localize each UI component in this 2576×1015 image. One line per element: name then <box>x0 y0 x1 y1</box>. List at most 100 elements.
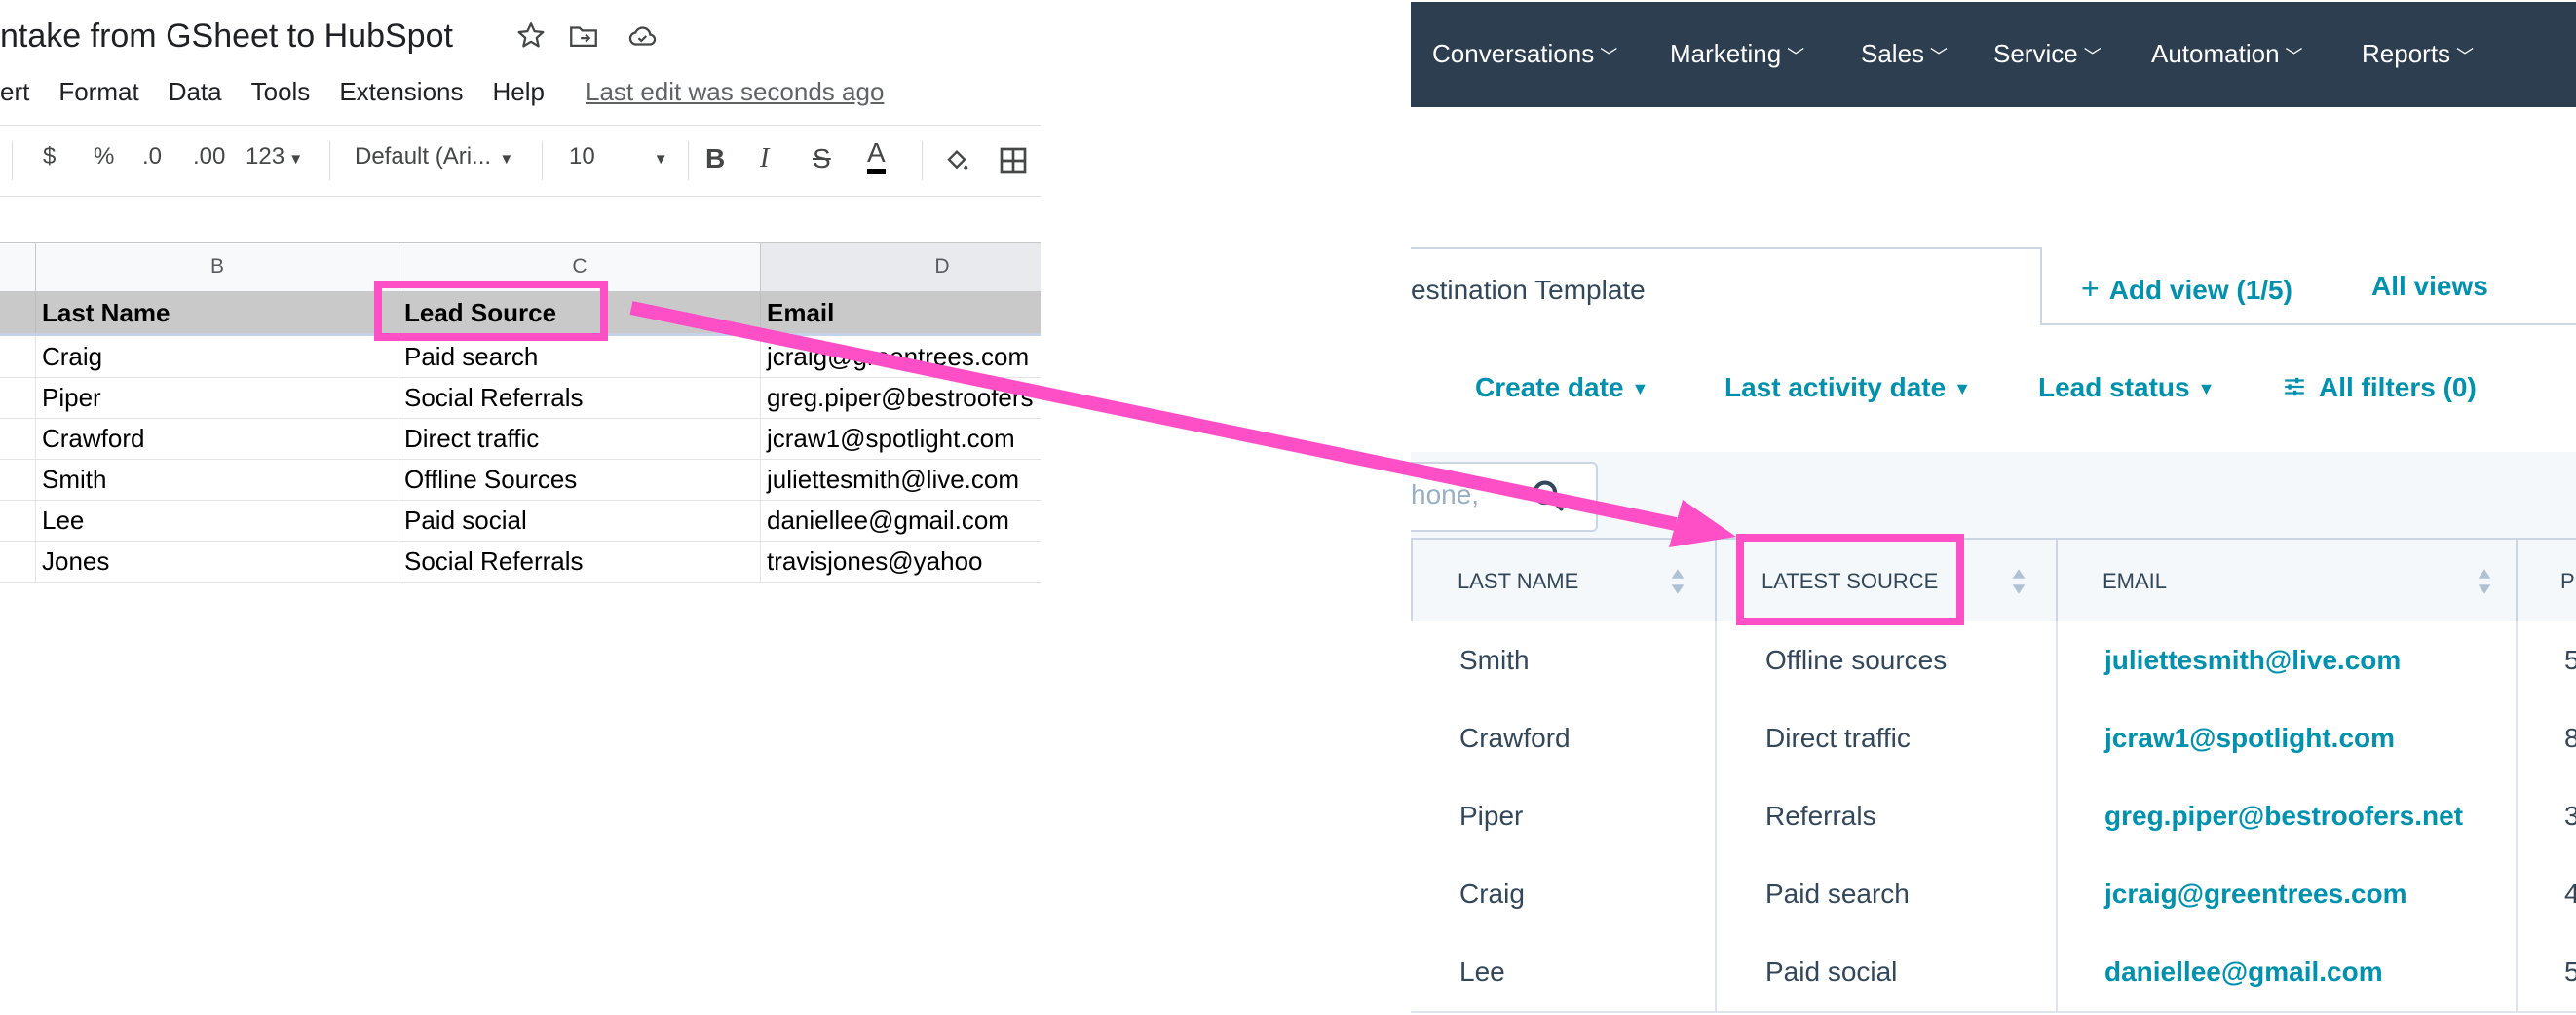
font-family-dropdown[interactable]: Default (Ari... ▼ <box>355 143 513 170</box>
menu-insert[interactable]: ert <box>0 77 29 107</box>
all-filters-button[interactable]: All filters (0) <box>2282 372 2477 403</box>
table-row: Smith Offline Sources juliettesmith@live… <box>0 459 1041 501</box>
nav-reports[interactable]: Reports ﹀ <box>2362 39 2474 69</box>
font-family-label: Default (Ari... <box>355 143 492 169</box>
cell-email[interactable]: daniellee@gmail.com <box>760 500 1041 541</box>
cell-email[interactable]: jcraw1@spotlight.com <box>760 418 1041 459</box>
cell-lead-source[interactable]: Direct traffic <box>398 418 760 459</box>
table-row[interactable]: Piper Referrals greg.piper@bestroofers.n… <box>1411 777 2576 857</box>
cell-lead-source[interactable]: Offline Sources <box>398 459 760 500</box>
cell-email-link[interactable]: jcraig@greentrees.com <box>2056 855 2516 933</box>
cell-last-name: Lee <box>1459 957 1505 987</box>
cell-phone: 4 <box>2516 855 2576 933</box>
chevron-down-icon: ﹀ <box>2083 47 2102 66</box>
cell-last-name[interactable]: Craig <box>35 336 398 377</box>
cell-latest-source: Paid search <box>1715 855 2056 933</box>
borders-icon[interactable] <box>998 145 1029 176</box>
cell-email-header[interactable]: Email <box>760 292 1041 333</box>
column-last-name[interactable]: LAST NAME <box>1411 540 1715 623</box>
caret-down-icon: ▼ <box>1631 379 1649 399</box>
cell-email-link[interactable]: juliettesmith@live.com <box>2056 621 2516 699</box>
cell-phone: 5 <box>2516 621 2576 699</box>
menu-extensions[interactable]: Extensions <box>339 77 463 107</box>
filter-last-activity-date[interactable]: Last activity date ▼ <box>1724 372 1971 403</box>
cloud-saved-icon[interactable] <box>625 19 659 53</box>
cell-email-link[interactable]: daniellee@gmail.com <box>2056 933 2516 1011</box>
cell-lead-source[interactable]: Social Referrals <box>398 377 760 418</box>
nav-service[interactable]: Service ﹀ <box>1993 39 2102 69</box>
table-row: Lee Paid social daniellee@gmail.com <box>0 500 1041 542</box>
move-to-folder-icon[interactable] <box>567 19 600 53</box>
cell-lead-source[interactable]: Paid search <box>398 336 760 377</box>
nav-sales[interactable]: Sales ﹀ <box>1861 39 1948 69</box>
nav-label: Conversations <box>1432 39 1595 68</box>
table-row[interactable]: Lee Paid social daniellee@gmail.com 5 <box>1411 933 2576 1013</box>
search-icon[interactable] <box>1530 477 1567 514</box>
menu-bar: ert Format Data Tools Extensions Help La… <box>0 74 884 109</box>
menu-help[interactable]: Help <box>493 77 545 107</box>
toolbar-divider <box>922 141 923 180</box>
cell-latest-source: Referrals <box>1715 777 2056 855</box>
nav-conversations[interactable]: Conversations ﹀ <box>1432 39 1617 69</box>
increase-decimal-button[interactable]: .00 <box>193 143 225 170</box>
cell-lead-source[interactable]: Social Referrals <box>398 541 760 582</box>
cell-lead-source[interactable]: Paid social <box>398 500 760 541</box>
menu-format[interactable]: Format <box>58 77 138 107</box>
column-email[interactable]: EMAIL <box>2056 540 2516 623</box>
column-phone[interactable]: P <box>2516 540 2576 623</box>
percent-format-button[interactable]: % <box>94 143 114 170</box>
table-row[interactable]: Craig Paid search jcraig@greentrees.com … <box>1411 855 2576 935</box>
cell-latest-source: Paid social <box>1715 933 2056 1011</box>
filter-label: Lead status <box>2038 372 2190 402</box>
cell-last-name-header[interactable]: Last Name <box>35 292 398 333</box>
currency-format-button[interactable]: $ <box>43 143 56 170</box>
menu-data[interactable]: Data <box>169 77 222 107</box>
sort-icon[interactable] <box>2011 565 2027 598</box>
cell-last-name[interactable]: Smith <box>35 459 398 500</box>
cell-email[interactable]: juliettesmith@live.com <box>760 459 1041 500</box>
cell-last-name[interactable]: Crawford <box>35 418 398 459</box>
sort-icon[interactable] <box>2477 565 2492 598</box>
all-views-link[interactable]: All views <box>2371 271 2488 302</box>
cell-email[interactable]: jcraig@greentrees.com <box>760 336 1041 377</box>
menu-tools[interactable]: Tools <box>251 77 311 107</box>
font-size-dropdown[interactable]: 10 ▼ <box>569 143 668 170</box>
filter-lead-status[interactable]: Lead status ▼ <box>2038 372 2215 403</box>
cell-email[interactable]: greg.piper@bestroofers <box>760 377 1041 418</box>
filter-create-date[interactable]: Create date ▼ <box>1475 372 1648 403</box>
filter-label: Create date <box>1475 372 1624 402</box>
decrease-decimal-button[interactable]: .0 <box>142 143 162 170</box>
table-row[interactable]: Crawford Direct traffic jcraw1@spotlight… <box>1411 699 2576 779</box>
nav-marketing[interactable]: Marketing ﹀ <box>1670 39 1804 69</box>
nav-label: Automation <box>2151 39 2280 68</box>
add-view-label: Add view (1/5) <box>2108 275 2292 305</box>
text-color-icon[interactable]: A <box>867 137 886 174</box>
cell-last-name[interactable]: Piper <box>35 377 398 418</box>
cell-latest-source: Direct traffic <box>1715 699 2056 777</box>
filter-label: Last activity date <box>1724 372 1947 402</box>
cell-email-link[interactable]: greg.piper@bestroofers.net <box>2056 777 2516 855</box>
strikethrough-icon[interactable]: S <box>813 143 831 174</box>
column-header-b[interactable]: B <box>35 243 398 291</box>
nav-automation[interactable]: Automation ﹀ <box>2151 39 2303 69</box>
tab-destination-template[interactable]: estination Template <box>1411 247 2042 327</box>
italic-icon[interactable]: I <box>760 143 769 174</box>
fill-color-icon[interactable] <box>941 145 972 176</box>
all-filters-label: All filters (0) <box>2319 372 2477 402</box>
search-input[interactable]: hone, <box>1411 462 1598 532</box>
add-view-button[interactable]: + Add view (1/5) <box>2081 271 2292 307</box>
last-edit-link[interactable]: Last edit was seconds ago <box>586 77 884 107</box>
document-title[interactable]: ntake from GSheet to HubSpot <box>0 18 453 56</box>
table-row[interactable]: Smith Offline sources juliettesmith@live… <box>1411 621 2576 701</box>
bold-icon[interactable]: B <box>705 143 725 174</box>
cell-last-name[interactable]: Lee <box>35 500 398 541</box>
column-header-d[interactable]: D <box>760 243 1041 291</box>
number-format-button[interactable]: 123 ▼ <box>246 143 303 170</box>
filters-bar: Create date ▼ Last activity date ▼ Lead st… <box>1411 325 2576 454</box>
chevron-down-icon: ﹀ <box>1600 47 1618 66</box>
cell-email[interactable]: travisjones@yahoo <box>760 541 1041 582</box>
sort-icon[interactable] <box>1670 565 1686 598</box>
cell-email-link[interactable]: jcraw1@spotlight.com <box>2056 699 2516 777</box>
cell-last-name[interactable]: Jones <box>35 541 398 582</box>
star-icon[interactable] <box>514 19 548 53</box>
